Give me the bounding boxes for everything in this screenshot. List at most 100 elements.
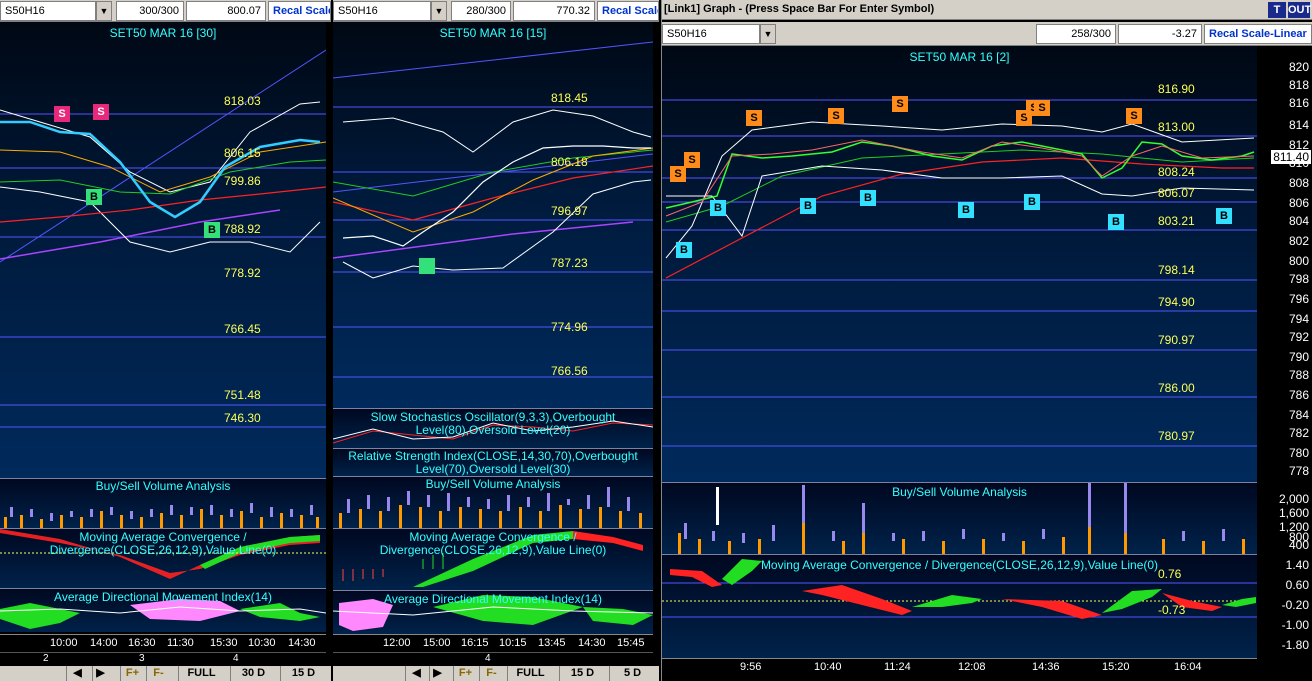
volume-indicator[interactable]: Buy/Sell Volume Analysis [662, 482, 1257, 554]
macd-indicator[interactable]: Moving Average Convergence / Divergence(… [0, 528, 326, 588]
buy-signal-marker [419, 258, 435, 274]
volume-tick: 400 [1288, 538, 1309, 552]
day-axis: 4 [333, 652, 653, 665]
buy-signal-marker: B [86, 189, 102, 205]
period-15d-button[interactable]: 15 D [280, 666, 326, 681]
stochastic-label: Slow Stochastics Oscillator(9,3,3),Overb… [370, 410, 616, 437]
chart-panel-3: [Link1] Graph - (Press Space Bar For Ent… [661, 0, 1312, 681]
day-label: 4 [233, 653, 239, 664]
zoom-in-button[interactable]: F+ [453, 666, 477, 681]
volume-tick: 2,000 [1278, 492, 1309, 506]
panel1-toolbar: S50H16 ▼ 300/300 800.07 Recal Scale [0, 0, 331, 22]
level-label: 816.90 [1158, 82, 1195, 96]
day-label: 3 [139, 653, 145, 664]
sell-signal-marker: S [1034, 100, 1050, 116]
volume-indicator[interactable]: Buy/Sell Volume Analysis [333, 476, 653, 528]
level-label: 746.30 [224, 411, 261, 425]
price-tick: 808 [1288, 176, 1309, 190]
adx-indicator[interactable]: Average Directional Movement Index(14) [0, 588, 326, 632]
time-label: 16:04 [1174, 661, 1202, 673]
level-label: 780.97 [1158, 429, 1195, 443]
sell-signal-marker: S [54, 106, 70, 122]
time-label: 13:45 [538, 637, 566, 649]
full-view-button[interactable]: FULL [178, 666, 224, 681]
scroll-left-button[interactable]: ◀ [66, 666, 88, 681]
chart-panel-2: S50H16 ▼ 280/300 770.32 Recal Scale SET5… [333, 0, 659, 681]
price-tick: 806 [1288, 196, 1309, 210]
price-tick: 788 [1288, 368, 1309, 382]
recal-scale-button[interactable]: Recal Scale [597, 1, 659, 21]
zoom-out-button[interactable]: F- [479, 666, 503, 681]
time-label: 12:08 [958, 661, 986, 673]
price-chart[interactable]: SET50 MAR 16 [15] 818.45 806.18 796.97 7… [333, 22, 653, 408]
symbol-dropdown-icon[interactable]: ▼ [431, 1, 447, 21]
zoom-in-button[interactable]: F+ [120, 666, 144, 681]
scroll-right-button[interactable]: ▶ [92, 666, 108, 681]
price-tick: 786 [1288, 388, 1309, 402]
price-plot [333, 41, 653, 378]
price-tick: 816 [1288, 96, 1309, 110]
recal-scale-button[interactable]: Recal Scale [268, 1, 331, 21]
period-5d-button[interactable]: 5 D [609, 666, 655, 681]
adx-label: Average Directional Movement Index(14) [384, 592, 602, 606]
price-tick: 802 [1288, 234, 1309, 248]
price-tick: 794 [1288, 312, 1309, 326]
time-axis: 10:00 14:00 16:30 11:30 15:30 10:30 14:3… [0, 634, 326, 650]
level-label: 796.97 [551, 204, 588, 218]
price-tick: 800 [1288, 254, 1309, 268]
time-label: 11:30 [167, 637, 194, 649]
t-button[interactable]: T [1268, 2, 1286, 18]
sell-signal-marker: S [93, 104, 109, 120]
level-label: 778.92 [224, 266, 261, 280]
level-label: 813.00 [1158, 120, 1195, 134]
macd-tick: -0.20 [1281, 598, 1309, 612]
adx-indicator[interactable]: Average Directional Movement Index(14) [333, 590, 653, 634]
time-label: 14:30 [288, 637, 316, 649]
period-30d-button[interactable]: 30 D [230, 666, 276, 681]
out-button[interactable]: OUT [1288, 2, 1311, 18]
level-label: 794.90 [1158, 295, 1195, 309]
change-display: -3.27 [1118, 24, 1202, 44]
window-titlebar[interactable]: [Link1] Graph - (Press Space Bar For Ent… [662, 0, 1312, 20]
symbol-dropdown-icon[interactable]: ▼ [760, 24, 776, 44]
scroll-right-button[interactable]: ▶ [429, 666, 445, 681]
price-chart[interactable]: SET50 MAR 16 [2] 816.90 813.00 808.24 80… [662, 46, 1257, 482]
day-label: 2 [43, 653, 49, 664]
stochastic-indicator[interactable]: Slow Stochastics Oscillator(9,3,3),Overb… [333, 408, 653, 448]
full-view-button[interactable]: FULL [507, 666, 553, 681]
panel2-toolbar: S50H16 ▼ 280/300 770.32 Recal Scale [333, 0, 659, 22]
macd-indicator[interactable]: Moving Average Convergence / Divergence(… [333, 528, 653, 590]
level-label: 808.24 [1158, 165, 1195, 179]
sell-signal-marker: S [684, 152, 700, 168]
scroll-left-button[interactable]: ◀ [405, 666, 427, 681]
period-15d-button[interactable]: 15 D [559, 666, 605, 681]
price-tick: 818 [1288, 78, 1309, 92]
volume-tick: 1,600 [1278, 506, 1309, 520]
time-label: 10:30 [248, 637, 276, 649]
window-title: [Link1] Graph - (Press Space Bar For Ent… [664, 3, 935, 15]
recal-scale-linear-button[interactable]: Recal Scale-Linear [1204, 24, 1312, 44]
symbol-dropdown-icon[interactable]: ▼ [96, 1, 112, 21]
time-label: 15:45 [617, 637, 645, 649]
price-chart[interactable]: SET50 MAR 16 [30] 818.03 806.15 799.86 7… [0, 22, 326, 478]
volume-indicator[interactable]: Buy/Sell Volume Analysis [0, 478, 326, 528]
rsi-label: Relative Strength Index(CLOSE,14,30,70),… [348, 449, 638, 476]
level-label: 806.07 [1158, 186, 1195, 200]
sell-signal-marker: S [1126, 108, 1142, 124]
time-label: 12:00 [383, 637, 411, 649]
symbol-input[interactable]: S50H16 [0, 1, 96, 21]
level-label: 798.14 [1158, 263, 1195, 277]
zoom-out-button[interactable]: F- [146, 666, 170, 681]
time-label: 10:40 [814, 661, 842, 673]
price-tick: 780 [1288, 446, 1309, 460]
symbol-input[interactable]: S50H16 [662, 24, 760, 44]
range-display: 280/300 [451, 1, 511, 21]
rsi-indicator[interactable]: Relative Strength Index(CLOSE,14,30,70),… [333, 448, 653, 476]
symbol-input[interactable]: S50H16 [333, 1, 431, 21]
macd-indicator[interactable]: Moving Average Convergence / Divergence(… [662, 554, 1257, 658]
adx-label: Average Directional Movement Index(14) [54, 590, 272, 604]
day-axis: 2 3 4 [0, 652, 326, 665]
macd-tick: -1.00 [1281, 618, 1309, 632]
level-label: 790.97 [1158, 333, 1195, 347]
price-plot [0, 49, 326, 428]
